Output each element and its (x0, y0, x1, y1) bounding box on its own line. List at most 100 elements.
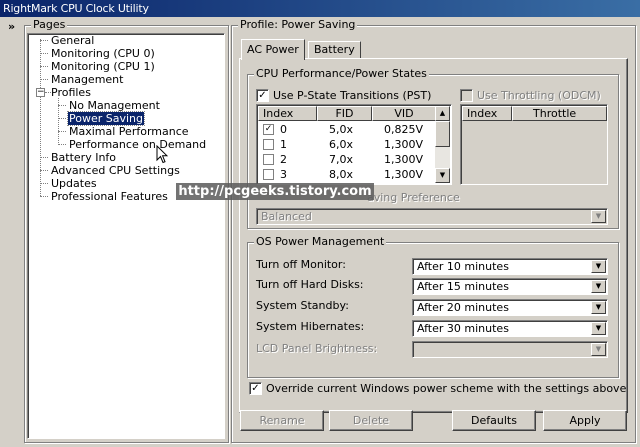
tree-connector (40, 53, 48, 54)
tree-item-power-saving[interactable]: Power Saving (67, 111, 145, 126)
os-power-group-label: OS Power Management (254, 235, 387, 249)
pstate-scrollbar[interactable]: ▲ ▼ (435, 106, 450, 183)
throttling-list[interactable]: Index Throttle (460, 104, 608, 185)
tab-battery[interactable]: Battery (308, 41, 361, 59)
power-saving-preference-value: Balanced (261, 210, 312, 223)
tree-item-monitoring-cpu1[interactable]: Monitoring (CPU 1) (51, 60, 155, 73)
turn-off-hard-disks-select[interactable]: After 15 minutes ▼ (412, 278, 608, 295)
throttling-label: Use Throttling (ODCM) (477, 89, 601, 102)
scroll-thumb[interactable] (435, 121, 450, 147)
row-index: 0 (280, 123, 287, 136)
window-titlebar[interactable]: RightMark CPU Clock Utility (0, 0, 640, 17)
turn-off-hard-disks-value: After 15 minutes (417, 280, 509, 293)
chevron-down-icon[interactable]: ▼ (591, 322, 606, 335)
row-vid: 1,300V (384, 138, 424, 151)
row-checkbox[interactable]: ✓ (263, 124, 274, 135)
column-vid[interactable]: VID (372, 106, 436, 121)
tree-connector (58, 118, 66, 119)
column-index[interactable]: Index (258, 106, 317, 121)
window-client: » Pages − General Monitoring (CPU 0) Mon… (0, 17, 640, 447)
row-checkbox[interactable] (263, 139, 274, 150)
system-standby-select[interactable]: After 20 minutes ▼ (412, 299, 608, 316)
row-vid: 1,300V (384, 153, 424, 166)
row-index: 1 (280, 138, 287, 151)
tree-connector (40, 196, 48, 197)
tree-item-updates[interactable]: Updates (51, 177, 97, 190)
row-checkbox[interactable] (263, 169, 274, 180)
turn-off-monitor-value: After 10 minutes (417, 260, 509, 273)
system-standby-label: System Standby: (256, 299, 349, 312)
tree-item-profiles[interactable]: Profiles (51, 86, 91, 99)
apply-button[interactable]: Apply (543, 410, 627, 431)
column-throttle[interactable]: Throttle (512, 106, 607, 121)
tree-connector (58, 105, 66, 106)
tree-item-general[interactable]: General (51, 34, 94, 47)
ac-power-panel: CPU Performance/Power States ✓ Use P-Sta… (239, 58, 628, 413)
tree-connector (58, 144, 66, 145)
mouse-cursor-icon (156, 145, 168, 164)
tree-connector (40, 40, 48, 41)
window-title: RightMark CPU Clock Utility (3, 2, 149, 15)
watermark-text: http://pcgeeks.tistory.com (176, 183, 374, 200)
row-fid: 5,0x (329, 123, 354, 136)
tree-item-professional-features[interactable]: Professional Features (51, 190, 168, 203)
tree-connector (40, 39, 41, 196)
rename-button[interactable]: Rename (240, 410, 324, 431)
tree-connector (40, 183, 48, 184)
tree-item-management[interactable]: Management (51, 73, 123, 86)
lcd-brightness-label: LCD Panel Brightness: (256, 342, 378, 355)
system-hibernates-value: After 30 minutes (417, 322, 509, 335)
tree-connector (40, 157, 48, 158)
row-index: 2 (280, 153, 287, 166)
lcd-brightness-select[interactable]: ▼ (412, 341, 608, 358)
tree-connector (40, 66, 48, 67)
turn-off-monitor-select[interactable]: After 10 minutes ▼ (412, 258, 608, 275)
pstate-checkbox[interactable]: ✓ (256, 89, 269, 102)
tree-item-battery-info[interactable]: Battery Info (51, 151, 116, 164)
tab-ac-power[interactable]: AC Power (241, 39, 305, 60)
tree-item-advanced-cpu-settings[interactable]: Advanced CPU Settings (51, 164, 180, 177)
power-saving-preference-label: aving Preference (367, 191, 460, 204)
row-fid: 7,0x (329, 153, 354, 166)
override-checkbox[interactable]: ✓ (249, 382, 262, 395)
column-index[interactable]: Index (462, 106, 512, 121)
turn-off-monitor-label: Turn off Monitor: (256, 258, 346, 271)
profile-group-label: Profile: Power Saving (238, 18, 358, 32)
row-vid: 1,300V (384, 168, 424, 181)
cpu-states-group-label: CPU Performance/Power States (254, 67, 429, 81)
system-hibernates-select[interactable]: After 30 minutes ▼ (412, 320, 608, 337)
override-label: Override current Windows power scheme wi… (266, 382, 627, 395)
delete-button[interactable]: Delete (329, 410, 413, 431)
tree-item-no-management[interactable]: No Management (69, 99, 160, 112)
scroll-down-icon[interactable]: ▼ (435, 168, 450, 183)
power-saving-preference-select[interactable]: Balanced ▼ (256, 208, 608, 225)
pstate-list[interactable]: Index FID VID ✓ 0 5,0x 0,825V 1 6,0x 1,3… (256, 104, 452, 185)
chevron-down-icon[interactable]: ▼ (591, 260, 606, 273)
tree-item-performance-on-demand[interactable]: Performance on Demand (69, 138, 206, 151)
chevron-down-icon[interactable]: ▼ (591, 210, 606, 223)
system-standby-value: After 20 minutes (417, 301, 509, 314)
system-hibernates-label: System Hibernates: (256, 320, 365, 333)
row-vid: 0,825V (384, 123, 424, 136)
collapse-profiles-icon[interactable]: − (36, 88, 45, 97)
tree-item-monitoring-cpu0[interactable]: Monitoring (CPU 0) (51, 47, 155, 60)
chevron-down-icon[interactable]: ▼ (591, 280, 606, 293)
column-fid[interactable]: FID (317, 106, 372, 121)
tree-connector (40, 79, 48, 80)
row-checkbox[interactable] (263, 154, 274, 165)
scroll-up-icon[interactable]: ▲ (435, 106, 450, 121)
pages-tree[interactable]: − General Monitoring (CPU 0) Monitoring … (27, 33, 225, 439)
pstate-label: Use P-State Transitions (PST) (273, 89, 432, 102)
tree-item-maximal-performance[interactable]: Maximal Performance (69, 125, 189, 138)
tree-connector (40, 170, 48, 171)
defaults-button[interactable]: Defaults (452, 410, 536, 431)
row-index: 3 (280, 168, 287, 181)
chevron-down-icon[interactable]: ▼ (591, 343, 606, 356)
throttling-checkbox[interactable] (460, 89, 473, 102)
chevron-down-icon[interactable]: ▼ (591, 301, 606, 314)
row-fid: 8,0x (329, 168, 354, 181)
tree-connector (58, 131, 66, 132)
collapse-panel-icon[interactable]: » (3, 19, 20, 34)
turn-off-hard-disks-label: Turn off Hard Disks: (256, 278, 364, 291)
row-fid: 6,0x (329, 138, 354, 151)
